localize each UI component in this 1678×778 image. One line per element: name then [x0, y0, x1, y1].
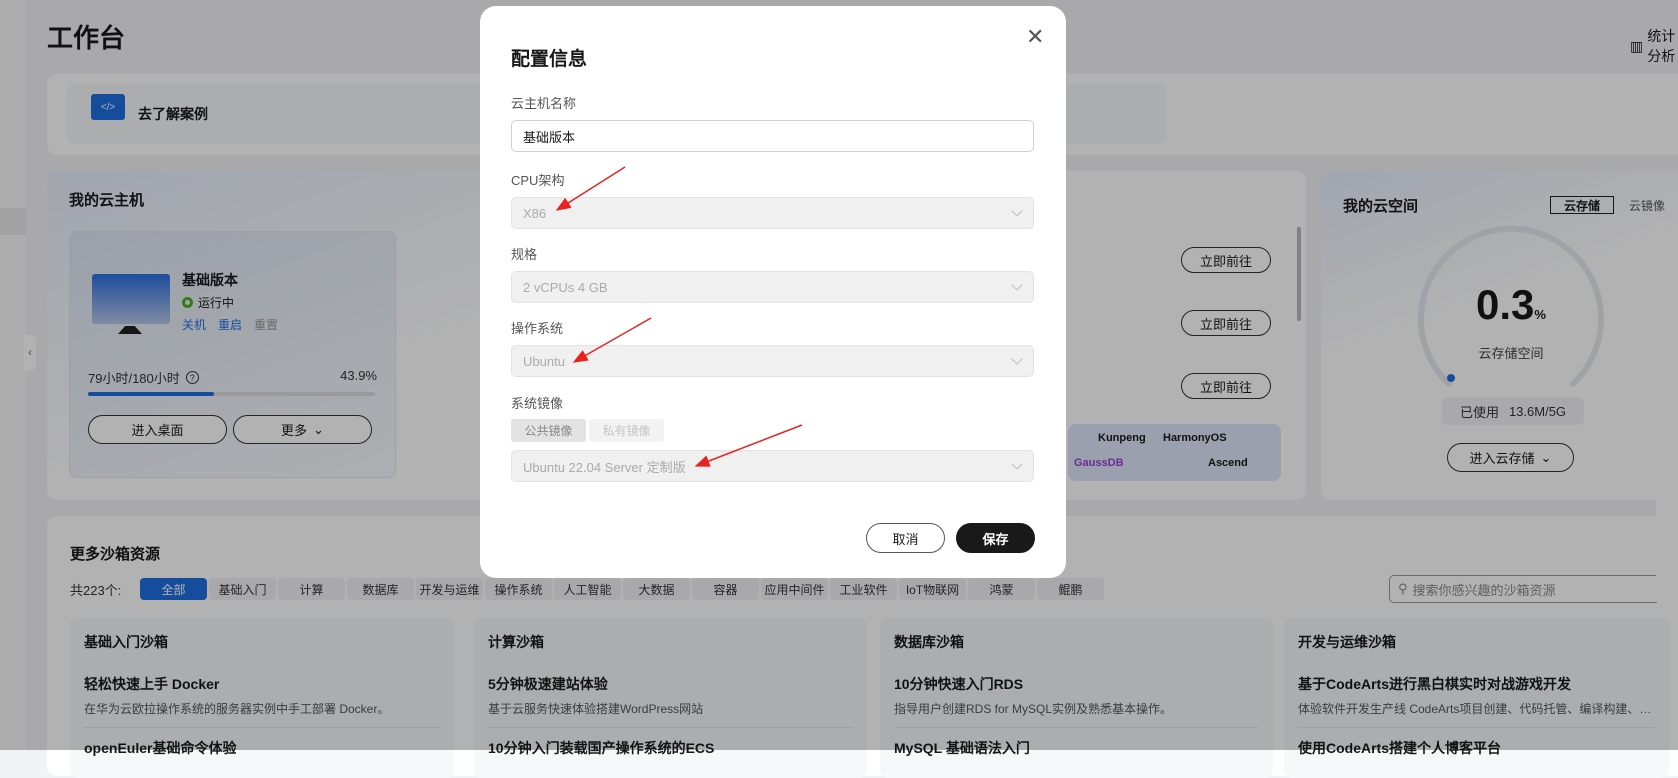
- os-select: Ubuntu: [511, 345, 1034, 377]
- chevron-down-icon: [1011, 279, 1023, 291]
- image-select: Ubuntu 22.04 Server 定制版: [511, 450, 1034, 482]
- cpu-label: CPU架构: [511, 173, 565, 188]
- tab-private-image: 私有镜像: [589, 419, 664, 442]
- spec-select: 2 vCPUs 4 GB: [511, 271, 1034, 303]
- cancel-button[interactable]: 取消: [866, 523, 945, 553]
- cpu-select: X86: [511, 197, 1034, 229]
- close-icon[interactable]: ✕: [1026, 26, 1044, 48]
- vm-name-input[interactable]: 基础版本: [511, 120, 1034, 152]
- config-dialog: 配置信息 ✕ 云主机名称 基础版本 CPU架构 X86 规格 2 vCPUs 4…: [480, 6, 1066, 578]
- os-label: 操作系统: [511, 321, 564, 336]
- tab-public-image: 公共镜像: [511, 419, 586, 442]
- dialog-title: 配置信息: [511, 49, 588, 70]
- chevron-down-icon: [1011, 353, 1023, 365]
- chevron-down-icon: [1011, 458, 1023, 470]
- spec-label: 规格: [511, 247, 538, 262]
- save-button[interactable]: 保存: [956, 523, 1035, 553]
- name-label: 云主机名称: [511, 96, 577, 111]
- image-label: 系统镜像: [511, 396, 564, 411]
- chevron-down-icon: [1011, 205, 1023, 217]
